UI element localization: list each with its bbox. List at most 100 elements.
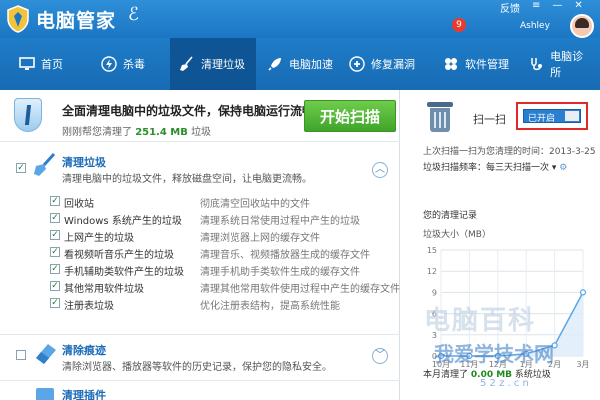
section-desc: 清除浏览器、播放器等软件的历史记录，保护您的隐私安全。 bbox=[62, 362, 332, 373]
watermark-url: 5 2 z . c n bbox=[480, 378, 529, 389]
toggle-label: 已开启 bbox=[528, 114, 556, 124]
last-scan-time: 上次扫描一扫为您清理的时间：2013-3-25 bbox=[423, 147, 596, 157]
list-item: ✓ 回收站 彻底清空回收站中的文件 bbox=[50, 193, 390, 210]
item-label: 注册表垃圾 bbox=[64, 301, 114, 312]
clean-header: 全面清理电脑中的垃圾文件，保持电脑运行流畅 刚刚帮您清理了 251.4 MB 垃… bbox=[0, 90, 400, 142]
nav-repair[interactable]: 修复漏洞 bbox=[340, 38, 423, 90]
eraser-icon bbox=[32, 340, 58, 366]
nav-clean[interactable]: 清理垃圾 bbox=[170, 38, 256, 90]
section-title[interactable]: 清理垃圾 bbox=[62, 154, 106, 170]
patch-icon bbox=[348, 55, 366, 73]
item-label: 手机辅助类软件产生的垃圾 bbox=[64, 267, 184, 278]
cleaned-size: 251.4 MB bbox=[135, 127, 188, 138]
avatar[interactable] bbox=[570, 14, 594, 38]
item-desc: 清理音乐、视频播放器生成的缓存文件 bbox=[200, 250, 370, 261]
stethoscope-icon bbox=[528, 55, 545, 73]
list-item: ✓ 注册表垃圾 优化注册表结构，提高系统性能 bbox=[50, 295, 390, 312]
monitor-icon bbox=[18, 55, 36, 73]
nav-label: 杀毒 bbox=[123, 58, 145, 71]
lightning-icon bbox=[100, 55, 118, 73]
item-desc: 清理手机助手类软件生成的缓存文件 bbox=[200, 267, 360, 278]
apps-icon bbox=[442, 55, 460, 73]
feedback-link[interactable]: 反馈 bbox=[497, 0, 523, 15]
collapse-up-icon[interactable]: ︿ bbox=[372, 162, 388, 178]
auto-scan-toggle[interactable]: 已开启 bbox=[523, 109, 581, 124]
item-label: 上网产生的垃圾 bbox=[64, 233, 134, 244]
menu-icon[interactable]: ≡ bbox=[529, 0, 543, 15]
nav-label: 首页 bbox=[41, 58, 63, 71]
nav-software[interactable]: 软件管理 bbox=[434, 38, 517, 90]
item-checkbox[interactable]: ✓ bbox=[50, 213, 60, 223]
scan-label: 扫一扫 bbox=[473, 113, 506, 126]
close-icon[interactable]: ✕ bbox=[571, 0, 585, 15]
list-item: ✓ 看视频听音乐产生的垃圾 清理音乐、视频播放器生成的缓存文件 bbox=[50, 244, 390, 261]
item-desc: 清理其他常用软件使用过程中产生的缓存文件 bbox=[200, 284, 400, 295]
section-checkbox-traces[interactable] bbox=[16, 350, 26, 360]
nav-antivirus[interactable]: 杀毒 bbox=[92, 38, 153, 90]
trash-icon bbox=[427, 102, 453, 132]
list-item: ✓ 上网产生的垃圾 清理浏览器上网的缓存文件 bbox=[50, 227, 390, 244]
nav-label: 电脑加速 bbox=[289, 58, 333, 71]
item-desc: 清理系统日常使用过程中产生的垃圾 bbox=[200, 216, 360, 227]
nav-label: 修复漏洞 bbox=[371, 58, 415, 71]
broom-icon bbox=[32, 152, 58, 178]
rocket-icon bbox=[266, 55, 284, 73]
shield-logo-icon bbox=[7, 5, 29, 33]
item-desc: 优化注册表结构，提高系统性能 bbox=[200, 301, 340, 312]
nav-speedup[interactable]: 电脑加速 bbox=[258, 38, 341, 90]
scan-frequency: 垃圾扫描频率：每三天扫描一次 ▾ ⚙ bbox=[423, 160, 567, 173]
record-title: 您的清理记录 bbox=[423, 211, 478, 221]
item-desc: 彻底清空回收站中的文件 bbox=[200, 199, 310, 210]
item-checkbox[interactable]: ✓ bbox=[50, 247, 60, 257]
header-sub-prefix: 刚刚帮您清理了 bbox=[62, 127, 132, 138]
section-title[interactable]: 清除痕迹 bbox=[62, 342, 106, 358]
nav-label: 电脑诊所 bbox=[550, 50, 584, 79]
item-checkbox[interactable]: ✓ bbox=[50, 230, 60, 240]
item-label: 回收站 bbox=[64, 199, 94, 210]
section-checkbox-clean[interactable]: ✓ bbox=[16, 163, 26, 173]
item-checkbox[interactable]: ✓ bbox=[50, 196, 60, 206]
broom-icon bbox=[178, 55, 196, 73]
list-item: ✓ Windows 系统产生的垃圾 清理系统日常使用过程中产生的垃圾 bbox=[50, 210, 390, 227]
tie-shield-icon bbox=[14, 98, 42, 132]
nav-home[interactable]: 首页 bbox=[10, 38, 71, 90]
item-desc: 清理浏览器上网的缓存文件 bbox=[200, 233, 320, 244]
item-label: 其他常用软件垃圾 bbox=[64, 284, 144, 295]
start-scan-button[interactable]: 开始扫描 bbox=[304, 100, 396, 132]
item-label: Windows 系统产生的垃圾 bbox=[64, 216, 182, 227]
item-checkbox[interactable]: ✓ bbox=[50, 281, 60, 291]
toggle-highlight: 已开启 bbox=[516, 102, 588, 130]
user-name[interactable]: Ashley bbox=[520, 21, 550, 31]
y-tick-label: 12 bbox=[427, 267, 437, 276]
y-tick-label: 15 bbox=[427, 246, 437, 255]
feather-icon: ℰ bbox=[128, 4, 139, 25]
header-title: 全面清理电脑中的垃圾文件，保持电脑运行流畅 bbox=[62, 104, 315, 118]
chart-unit-label: 垃圾大小（MB） bbox=[423, 230, 491, 240]
app-title: 电脑管家 bbox=[36, 10, 117, 32]
frequency-label: 垃圾扫描频率：每三天扫描一次 bbox=[423, 163, 550, 173]
nav-label: 软件管理 bbox=[465, 58, 509, 71]
toggle-knob bbox=[565, 111, 579, 121]
header-subtitle: 刚刚帮您清理了 251.4 MB 垃圾 bbox=[62, 123, 211, 138]
divider bbox=[0, 334, 400, 335]
expand-down-icon[interactable]: ﹀ bbox=[372, 348, 388, 364]
notification-badge: 9 bbox=[452, 18, 466, 32]
item-checkbox[interactable]: ✓ bbox=[50, 264, 60, 274]
header-sub-suffix: 垃圾 bbox=[191, 127, 212, 138]
item-checkbox[interactable]: ✓ bbox=[50, 298, 60, 308]
dropdown-icon[interactable]: ▾ bbox=[552, 163, 557, 173]
y-tick-label: 9 bbox=[432, 288, 437, 297]
main-nav: 首页 杀毒 清理垃圾 电脑加速 修复漏洞 软件管理 电脑诊所 bbox=[0, 38, 600, 90]
nav-clinic[interactable]: 电脑诊所 bbox=[520, 38, 600, 90]
section-title[interactable]: 清理插件 bbox=[62, 387, 106, 400]
watermark-site: 我爱学技术网 bbox=[434, 342, 554, 366]
nav-label: 清理垃圾 bbox=[201, 58, 245, 71]
section-desc: 清理电脑中的垃圾文件，释放磁盘空间，让电脑更流畅。 bbox=[62, 174, 312, 185]
title-bar: 电脑管家 ℰ 反馈 ≡ — ✕ Ashley bbox=[0, 0, 600, 38]
list-item: ✓ 其他常用软件垃圾 清理其他常用软件使用过程中产生的缓存文件 bbox=[50, 278, 400, 295]
data-point bbox=[579, 289, 587, 296]
list-item: ✓ 手机辅助类软件产生的垃圾 清理手机助手类软件生成的缓存文件 bbox=[50, 261, 390, 278]
minimize-icon[interactable]: — bbox=[549, 0, 565, 15]
plugin-icon bbox=[32, 384, 58, 400]
gear-icon[interactable]: ⚙ bbox=[559, 163, 567, 173]
